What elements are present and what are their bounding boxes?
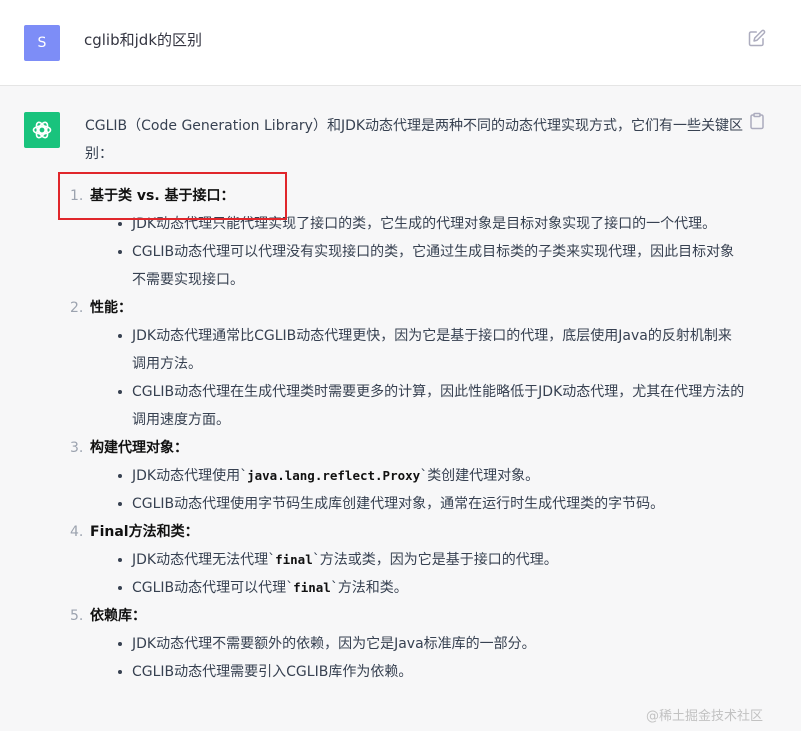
user-avatar: S bbox=[24, 25, 60, 61]
list-item-title: Final方法和类： bbox=[90, 524, 199, 540]
user-message-row: S cglib和jdk的区别 bbox=[0, 0, 801, 86]
sub-point: CGLIB动态代理可以代理没有实现接口的类，它通过生成目标类的子类来实现代理，因… bbox=[118, 238, 745, 294]
list-item: 3. 构建代理对象： JDK动态代理使用`java.lang.reflect.Pro… bbox=[70, 434, 745, 518]
sub-point: CGLIB动态代理需要引入CGLIB库作为依赖。 bbox=[118, 658, 745, 686]
list-item-heading: 3. 构建代理对象： bbox=[70, 434, 745, 462]
differences-list: 1. 基于类 vs. 基于接口： JDK动态代理只能代理实现了接口的类，它生成的代理… bbox=[70, 182, 745, 686]
list-item-heading: 4. Final方法和类： bbox=[70, 518, 745, 546]
sub-point-text: JDK动态代理不需要额外的依赖，因为它是Java标准库的一部分。 bbox=[132, 636, 536, 652]
sub-point-text: `方法或类，因为它是基于接口的代理。 bbox=[312, 552, 558, 568]
sub-point-text: JDK动态代理无法代理` bbox=[132, 552, 276, 568]
user-avatar-letter: S bbox=[37, 35, 47, 51]
red-highlight-box bbox=[58, 172, 287, 220]
inline-code: java.lang.reflect.Proxy bbox=[247, 468, 421, 483]
copy-icon[interactable] bbox=[748, 112, 766, 130]
answer-intro: CGLIB（Code Generation Library）和JDK动态代理是两… bbox=[85, 118, 744, 162]
sub-point-text: CGLIB动态代理在生成代理类时需要更多的计算，因此性能略低于JDK动态代理，尤… bbox=[132, 384, 745, 428]
list-item-number: 2. bbox=[70, 300, 84, 316]
user-message-text: cglib和jdk的区别 bbox=[84, 31, 203, 49]
sub-point-list: JDK动态代理使用`java.lang.reflect.Proxy`类创建代理对… bbox=[118, 462, 745, 518]
sub-point: CGLIB动态代理使用字节码生成库创建代理对象，通常在运行时生成代理类的字节码。 bbox=[118, 490, 745, 518]
list-item-title: 依赖库： bbox=[90, 608, 146, 624]
sub-point-text: CGLIB动态代理使用字节码生成库创建代理对象，通常在运行时生成代理类的字节码。 bbox=[132, 496, 665, 512]
sub-point: JDK动态代理不需要额外的依赖，因为它是Java标准库的一部分。 bbox=[118, 630, 745, 658]
sub-point: CGLIB动态代理在生成代理类时需要更多的计算，因此性能略低于JDK动态代理，尤… bbox=[118, 378, 745, 434]
list-item: 2. 性能： JDK动态代理通常比CGLIB动态代理更快，因为它是基于接口的代理，底… bbox=[70, 294, 745, 434]
sub-point-text: CGLIB动态代理需要引入CGLIB库作为依赖。 bbox=[132, 664, 413, 680]
list-item-number: 4. bbox=[70, 524, 84, 540]
sub-point-list: JDK动态代理只能代理实现了接口的类，它生成的代理对象是目标对象实现了接口的一个… bbox=[118, 210, 745, 294]
chatgpt-logo-icon bbox=[24, 112, 60, 148]
sub-point-text: CGLIB动态代理可以代理没有实现接口的类，它通过生成目标类的子类来实现代理，因… bbox=[132, 244, 735, 288]
list-item-title: 性能： bbox=[90, 300, 132, 316]
sub-point: JDK动态代理通常比CGLIB动态代理更快，因为它是基于接口的代理，底层使用Ja… bbox=[118, 322, 745, 378]
edit-icon[interactable] bbox=[748, 29, 766, 47]
list-item-heading: 2. 性能： bbox=[70, 294, 745, 322]
sub-point: CGLIB动态代理可以代理`final`方法和类。 bbox=[118, 574, 745, 602]
inline-code: final bbox=[275, 552, 313, 567]
list-item-title: 构建代理对象： bbox=[90, 440, 188, 456]
sub-point: JDK动态代理使用`java.lang.reflect.Proxy`类创建代理对… bbox=[118, 462, 745, 490]
watermark: @稀土掘金技术社区 bbox=[646, 709, 764, 724]
sub-point: JDK动态代理无法代理`final`方法或类，因为它是基于接口的代理。 bbox=[118, 546, 745, 574]
list-item: 5. 依赖库： JDK动态代理不需要额外的依赖，因为它是Java标准库的一部分。 CG… bbox=[70, 602, 745, 686]
list-item-number: 3. bbox=[70, 440, 84, 456]
sub-point-text: JDK动态代理使用` bbox=[132, 468, 248, 484]
sub-point-text: CGLIB动态代理可以代理` bbox=[132, 580, 294, 596]
list-item-heading: 5. 依赖库： bbox=[70, 602, 745, 630]
sub-point-text: JDK动态代理通常比CGLIB动态代理更快，因为它是基于接口的代理，底层使用Ja… bbox=[132, 328, 732, 372]
list-item-number: 5. bbox=[70, 608, 84, 624]
inline-code: final bbox=[293, 580, 331, 595]
sub-point-list: JDK动态代理无法代理`final`方法或类，因为它是基于接口的代理。 CGLIB… bbox=[118, 546, 745, 602]
sub-point-text: `方法和类。 bbox=[330, 580, 408, 596]
sub-point-list: JDK动态代理不需要额外的依赖，因为它是Java标准库的一部分。 CGLIB动态代… bbox=[118, 630, 745, 686]
sub-point-text: `类创建代理对象。 bbox=[420, 468, 540, 484]
sub-point-list: JDK动态代理通常比CGLIB动态代理更快，因为它是基于接口的代理，底层使用Ja… bbox=[118, 322, 745, 434]
list-item: 4. Final方法和类： JDK动态代理无法代理`final`方法或类，因为它是基… bbox=[70, 518, 745, 602]
